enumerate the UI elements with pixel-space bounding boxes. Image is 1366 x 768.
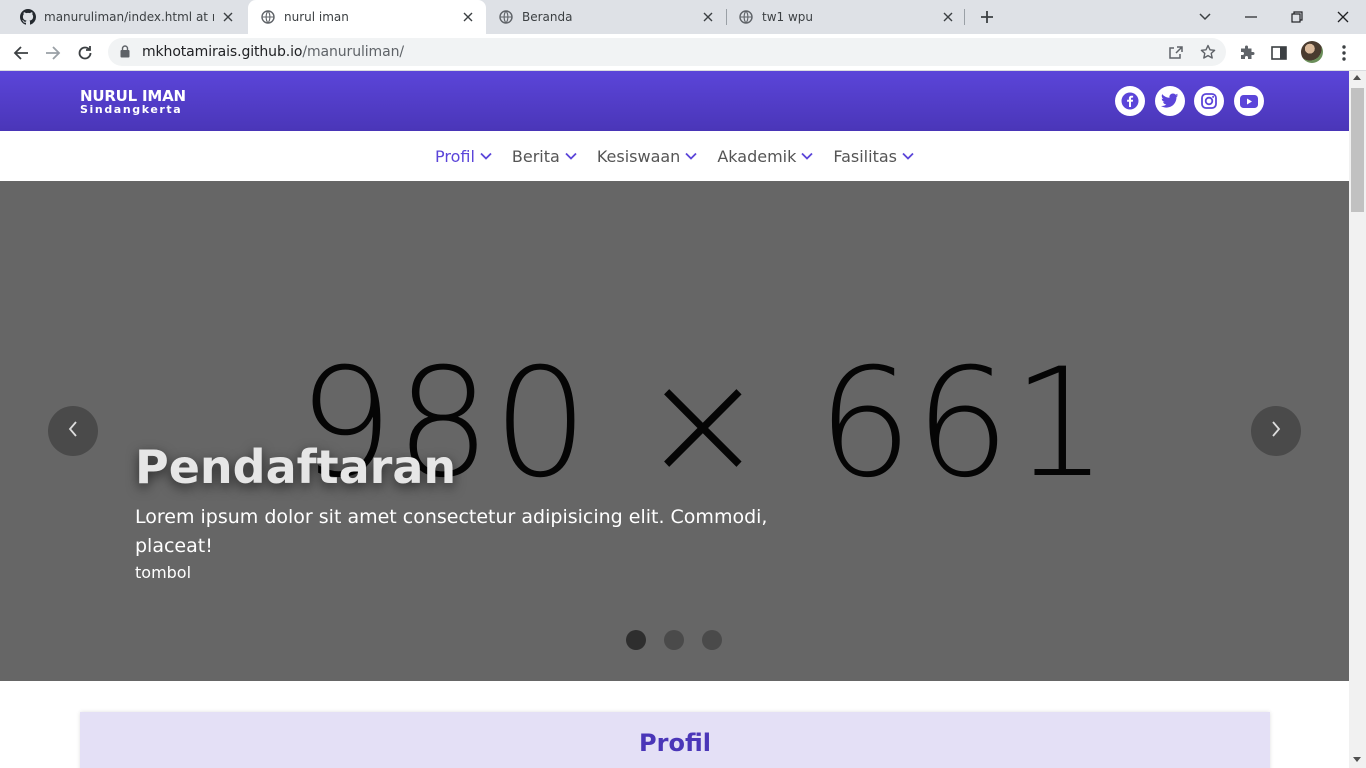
tab-beranda[interactable]: Beranda (486, 0, 726, 34)
brand-subtitle: Sindangkerta (80, 103, 183, 116)
scrollbar-thumb[interactable] (1351, 88, 1364, 212)
page-viewport: NURUL IMAN Sindangkerta Profil Berita Ke… (0, 71, 1349, 768)
back-arrow-icon[interactable] (8, 40, 34, 66)
reload-icon[interactable] (72, 40, 98, 66)
carousel-dot[interactable] (664, 630, 684, 650)
close-tab-icon[interactable] (700, 9, 716, 25)
globe-icon (738, 9, 754, 25)
carousel-dot[interactable] (702, 630, 722, 650)
tab-title: tw1 wpu (762, 10, 814, 24)
chevron-right-icon (1271, 420, 1281, 442)
nav-item-fasilitas[interactable]: Fasilitas (833, 147, 914, 166)
carousel-dot[interactable] (626, 630, 646, 650)
youtube-icon[interactable] (1234, 86, 1264, 116)
nav-item-label: Fasilitas (833, 146, 897, 166)
kebab-menu-icon[interactable] (1333, 42, 1355, 64)
nav-item-label: Akademik (717, 146, 797, 166)
lock-icon[interactable] (120, 45, 130, 63)
profile-avatar[interactable] (1301, 41, 1323, 63)
nav-item-kesiswaan[interactable]: Kesiswaan (597, 147, 698, 166)
url-path: /manuruliman/ (302, 44, 404, 60)
twitter-icon[interactable] (1155, 86, 1185, 116)
chevron-down-icon (902, 152, 914, 160)
nav-item-label: Profil (435, 146, 475, 166)
github-icon (20, 9, 36, 25)
nav-item-berita[interactable]: Berita (512, 147, 577, 166)
restore-icon[interactable] (1284, 4, 1310, 30)
globe-icon (498, 9, 514, 25)
close-window-icon[interactable] (1330, 4, 1356, 30)
chevron-down-icon (565, 152, 577, 160)
caption-heading: Pendaftaran (135, 440, 457, 494)
facebook-icon[interactable] (1115, 86, 1145, 116)
chevron-left-icon (68, 420, 78, 442)
chevron-down-icon (685, 152, 697, 160)
site-brand[interactable]: NURUL IMAN Sindangkerta (80, 88, 186, 116)
tab-github[interactable]: manuruliman/index.html at main (0, 0, 246, 34)
close-tab-icon[interactable] (220, 9, 236, 25)
brand-name: NURUL IMAN (80, 87, 186, 105)
carousel-prev-button[interactable] (48, 406, 98, 456)
url-host: mkhotamirais.github.io (142, 44, 303, 60)
hero-carousel: 980 × 661 Pendaftaran Lorem ipsum dolor … (0, 181, 1349, 681)
tab-title: manuruliman/index.html at main (44, 10, 214, 24)
scroll-up-arrow-icon[interactable] (1353, 75, 1361, 80)
tab-separator (964, 9, 965, 25)
browser-toolbar: mkhotamirais.github.io/manuruliman/ (0, 34, 1366, 71)
scroll-down-arrow-icon[interactable] (1353, 757, 1361, 762)
page-scrollbar[interactable] (1349, 71, 1366, 768)
tab-nurul-iman[interactable]: nurul iman (248, 0, 486, 34)
globe-icon (260, 9, 276, 25)
chevron-down-icon (801, 152, 813, 160)
carousel-indicators (626, 630, 740, 650)
url-text[interactable]: mkhotamirais.github.io/manuruliman/ (142, 44, 404, 60)
close-tab-icon[interactable] (940, 9, 956, 25)
address-bar[interactable]: mkhotamirais.github.io/manuruliman/ (108, 38, 1226, 66)
tab-title: nurul iman (284, 10, 349, 24)
caption-button[interactable]: tombol (135, 563, 835, 582)
forward-arrow-icon[interactable] (40, 40, 66, 66)
section-title: Profil (639, 729, 711, 757)
chevron-down-icon (480, 152, 492, 160)
site-header: NURUL IMAN Sindangkerta (0, 71, 1349, 131)
tab-search-icon[interactable] (1192, 4, 1218, 30)
new-tab-button[interactable] (976, 6, 998, 28)
caption-description: Lorem ipsum dolor sit amet consectetur a… (135, 506, 768, 557)
tab-tw1-wpu[interactable]: tw1 wpu (726, 0, 966, 34)
share-icon[interactable] (1166, 42, 1186, 62)
profil-section: Profil (80, 712, 1270, 768)
bookmark-star-icon[interactable] (1198, 42, 1218, 62)
close-tab-icon[interactable] (460, 9, 476, 25)
side-panel-icon[interactable] (1268, 42, 1290, 64)
main-nav: Profil Berita Kesiswaan Akademik Fasilit… (0, 131, 1349, 181)
nav-item-profil[interactable]: Profil (435, 147, 492, 166)
carousel-next-button[interactable] (1251, 406, 1301, 456)
nav-item-akademik[interactable]: Akademik (717, 147, 813, 166)
nav-item-label: Berita (511, 146, 560, 166)
extensions-puzzle-icon[interactable] (1236, 42, 1258, 64)
browser-tab-strip: manuruliman/index.html at main nurul ima… (0, 0, 1366, 34)
instagram-icon[interactable] (1194, 86, 1224, 116)
minimize-icon[interactable] (1238, 4, 1264, 30)
carousel-caption: Pendaftaran Lorem ipsum dolor sit amet c… (135, 439, 835, 582)
nav-item-label: Kesiswaan (596, 146, 681, 166)
tab-title: Beranda (522, 10, 573, 24)
